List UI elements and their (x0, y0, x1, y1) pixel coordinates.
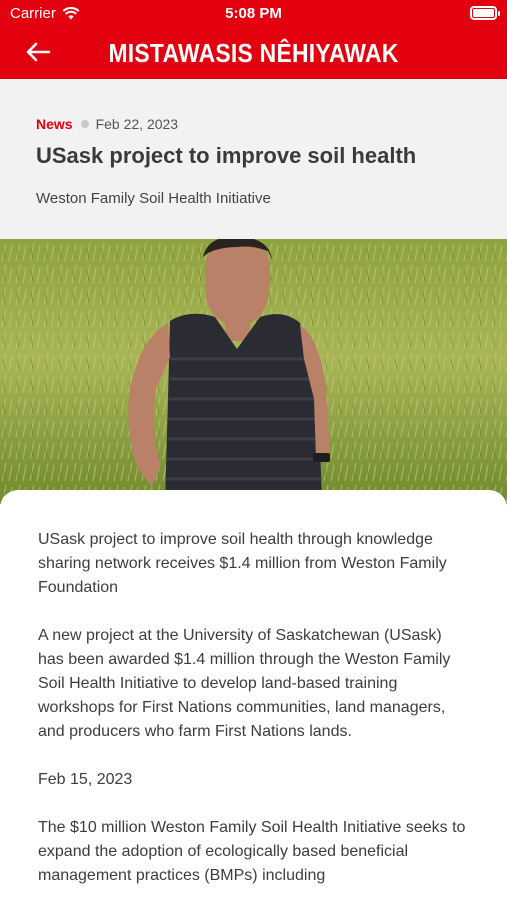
status-bar: Carrier 5:08 PM (0, 0, 507, 28)
body-paragraph: A new project at the University of Saska… (38, 627, 451, 740)
app-title: MISTAWASIS NÊHIYAWAK (108, 38, 399, 68)
article-meta: News Feb 22, 2023 (36, 116, 178, 132)
article-body: USask project to improve soil health thr… (38, 528, 468, 900)
body-paragraph: The $10 million Weston Family Soil Healt… (38, 819, 466, 884)
publish-date: Feb 22, 2023 (95, 116, 179, 132)
article-photo (0, 239, 507, 504)
body-paragraph: Feb 15, 2023 (38, 771, 133, 788)
article-body-card: USask project to improve soil health thr… (0, 490, 507, 900)
body-paragraph: USask project to improve soil health thr… (38, 531, 447, 596)
article-subtitle: Weston Family Soil Health Initiative (36, 190, 271, 207)
separator-dot (80, 120, 89, 128)
battery-icon (470, 6, 500, 20)
top-bar: Carrier 5:08 PM MISTAWASIS NÊHIYAWAK (0, 0, 507, 79)
article-title: USask project to improve soil health (36, 143, 417, 168)
category-label[interactable]: News (36, 116, 73, 132)
status-time: 5:08 PM (225, 5, 282, 22)
article-header: News Feb 22, 2023 USask project to impro… (0, 79, 507, 239)
